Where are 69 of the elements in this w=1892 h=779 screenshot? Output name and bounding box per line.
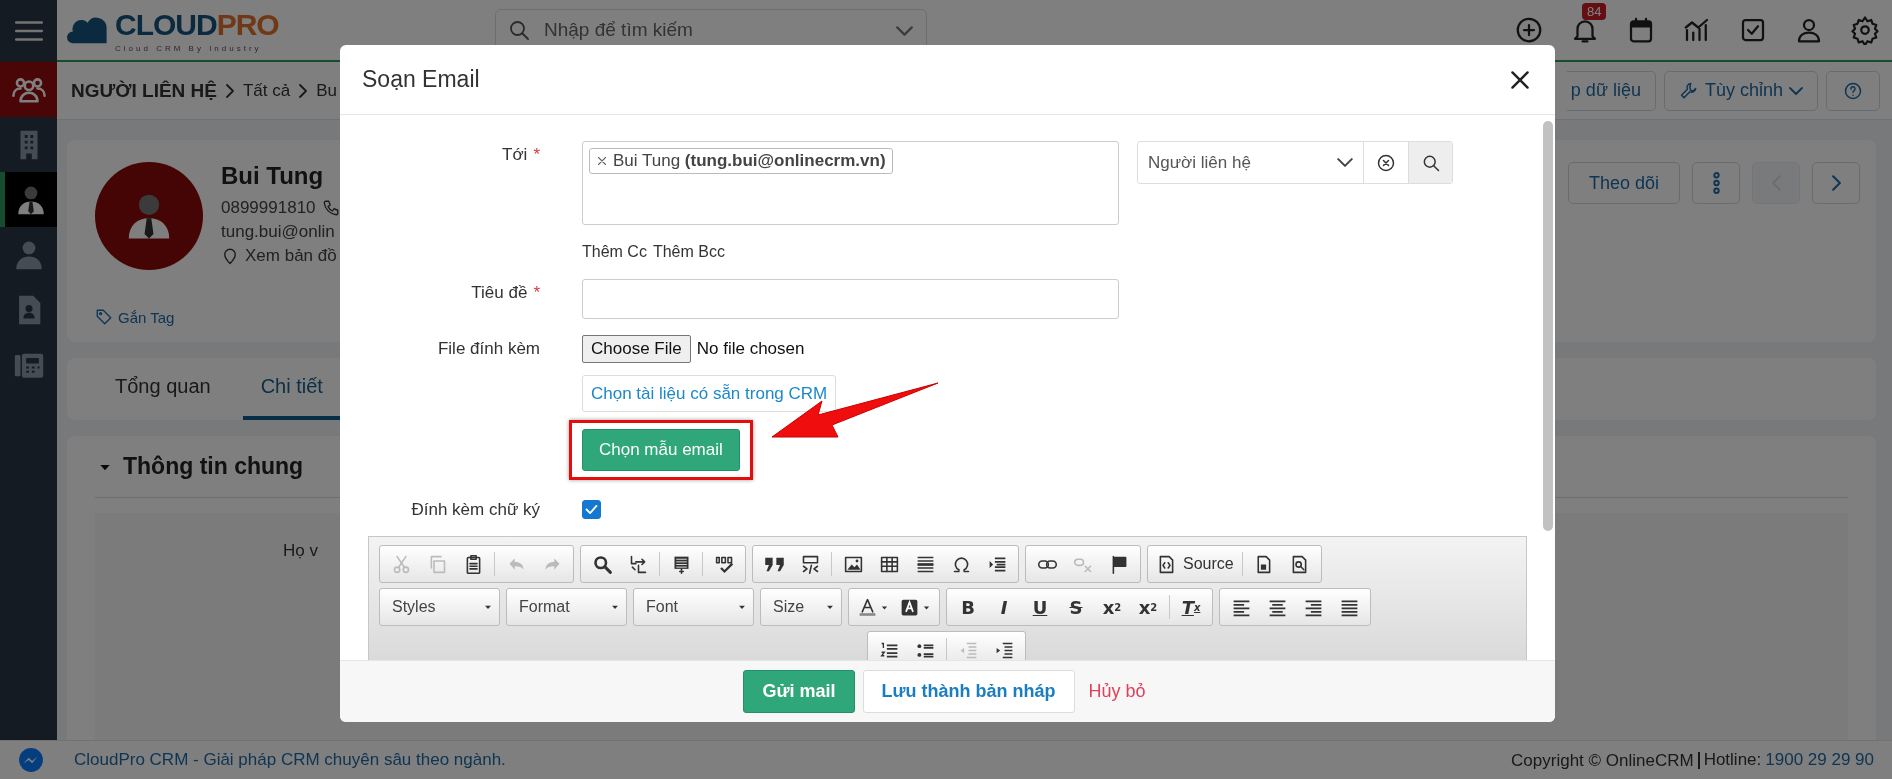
strikethrough-button[interactable]: S <box>1058 591 1094 623</box>
text-color-icon <box>857 596 878 618</box>
cancel-link[interactable]: Hủy bỏ <box>1082 670 1152 713</box>
vertical-dots-icon <box>1712 172 1720 194</box>
more-button[interactable] <box>1692 162 1740 204</box>
save-draft-button[interactable]: Lưu thành bản nháp <box>862 670 1075 713</box>
section-title: Thông tin chung <box>123 453 304 480</box>
file-status: No file chosen <box>696 339 805 359</box>
scrollbar-thumb[interactable] <box>1543 121 1553 531</box>
sidebar-item[interactable] <box>0 172 57 227</box>
settings-icon[interactable] <box>1850 15 1880 45</box>
chevron-down-icon <box>1337 158 1353 167</box>
sidebar-item[interactable] <box>0 62 57 117</box>
copyright-text: Copyright © OnlineCRM <box>1511 751 1700 769</box>
chevron-down-icon <box>896 26 913 36</box>
add-cc-link[interactable]: Thêm Cc <box>582 243 647 261</box>
phone-icon[interactable] <box>321 199 340 217</box>
help-button[interactable] <box>1826 70 1880 111</box>
recipient-field[interactable]: Bui Tung (tung.bui@onlinecrm.vn) <box>582 141 1119 225</box>
field-label: File đính kèm <box>437 339 540 358</box>
italic-button[interactable]: I <box>986 591 1022 623</box>
superscript-button[interactable]: x$^{2}$ <box>1130 591 1166 623</box>
chevron-right-icon <box>226 83 234 98</box>
tab[interactable]: Tổng quan <box>97 375 229 420</box>
source-button[interactable]: Source <box>1151 548 1239 580</box>
choose-document-button[interactable]: Chọn tài liệu có sẵn trong CRM <box>582 375 837 412</box>
hotline-label: Hotline: <box>1702 750 1763 770</box>
contact-name: Bui Tung <box>221 162 325 190</box>
help-icon <box>1843 80 1863 101</box>
breadcrumb-item[interactable]: Tất cả <box>243 80 291 101</box>
field-label: Tới <box>502 145 528 164</box>
add-icon[interactable] <box>1514 15 1544 45</box>
notification-count: 84 <box>1582 3 1607 20</box>
remove-icon[interactable] <box>596 155 608 167</box>
map-link[interactable]: Xem bản đồ <box>245 246 337 266</box>
choose-file-button[interactable]: Choose File <box>582 335 691 363</box>
field-label: Đính kèm chữ ký <box>411 500 540 519</box>
search-icon <box>591 553 613 575</box>
chevron-down-icon <box>1789 86 1803 95</box>
format-dropdown[interactable]: Format <box>506 588 627 626</box>
messenger-icon[interactable] <box>18 747 44 773</box>
search-button[interactable] <box>1408 142 1452 183</box>
breadcrumb-item[interactable]: NGƯỜI LIÊN HỆ <box>71 79 217 102</box>
required-mark: * <box>533 145 540 164</box>
chevron-right-icon <box>1831 175 1841 191</box>
format-dropdown[interactable]: Styles <box>379 588 500 626</box>
cloudpro-logo: CLOUDPRO Cloud CRM By Industry <box>67 7 495 53</box>
format-dropdown[interactable]: Font <box>633 588 754 626</box>
signature-checkbox[interactable] <box>582 500 601 519</box>
bold-button[interactable]: B <box>950 591 986 623</box>
subject-input[interactable] <box>582 279 1119 319</box>
recipient-chip[interactable]: Bui Tung (tung.bui@onlinecrm.vn) <box>589 148 893 174</box>
required-mark: * <box>533 283 540 302</box>
tag-icon <box>95 308 113 326</box>
field-label: Tiêu đề <box>471 283 528 302</box>
phone-number: 0899991810 <box>221 198 316 218</box>
search-icon <box>507 18 531 42</box>
format-dropdown[interactable]: Size <box>760 588 842 626</box>
email-address: tung.bui@onlin <box>221 222 336 242</box>
dialog-title: Soạn Email <box>362 66 480 93</box>
breadcrumb-item[interactable]: Bu <box>316 80 338 101</box>
chevron-right-icon <box>299 83 308 98</box>
clear-circle-icon <box>1376 152 1396 173</box>
field-label: Họ v <box>283 541 318 560</box>
underline-button[interactable]: U <box>1022 591 1058 623</box>
add-cc-link[interactable]: Thêm Bcc <box>652 243 725 261</box>
map-pin-icon <box>221 247 239 265</box>
wrench-icon <box>1678 80 1699 101</box>
footer-text: CloudPro CRM - Giải pháp CRM chuyên sâu theo ngành. <box>74 750 506 770</box>
